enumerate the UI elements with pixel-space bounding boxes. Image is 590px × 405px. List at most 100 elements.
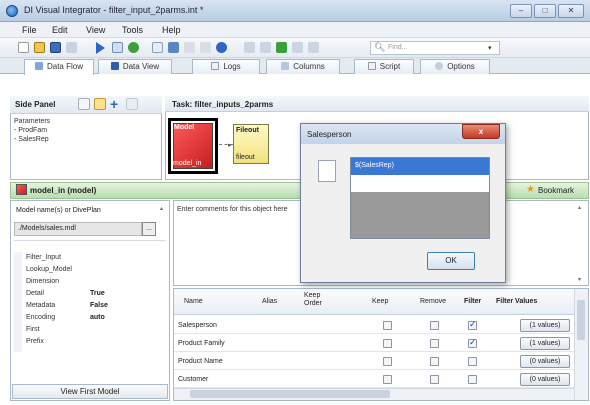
prop-value[interactable]: False (90, 302, 108, 309)
maximize-button[interactable]: □ (534, 4, 556, 18)
col-keep-order-header[interactable]: Keep Order (304, 292, 332, 308)
dialog-close-button[interactable]: x (462, 124, 500, 139)
tree-item-salesrep[interactable]: - SalesRep (14, 136, 49, 143)
tag-icon[interactable] (308, 42, 319, 53)
refresh-icon[interactable] (128, 42, 139, 53)
close-window-button[interactable]: ✕ (558, 4, 584, 18)
grid-hscroll-thumb[interactable] (190, 390, 390, 398)
filter-checkbox[interactable] (468, 337, 477, 348)
tab-label: Script (379, 62, 401, 71)
step-icon[interactable] (112, 42, 123, 53)
browse-button[interactable]: ... (142, 222, 156, 236)
scroll-down-icon[interactable]: ▾ (578, 276, 581, 283)
filter-checkbox[interactable] (468, 375, 477, 384)
remove-checkbox[interactable] (430, 357, 439, 366)
table-row[interactable] (174, 370, 574, 388)
col-name-header[interactable]: Name (184, 298, 203, 305)
tab-script[interactable]: Script (354, 59, 414, 74)
filter-values-button[interactable]: (1 values) (520, 337, 570, 350)
help-icon[interactable] (216, 42, 227, 53)
filter-checkbox[interactable] (468, 357, 477, 366)
filter-values-button[interactable]: (0 values) (520, 355, 570, 368)
menu-help[interactable]: Help (162, 25, 181, 35)
table-row[interactable] (174, 316, 574, 334)
keep-checkbox[interactable] (383, 375, 392, 384)
tab-logs[interactable]: Logs (192, 59, 260, 74)
table-row[interactable] (174, 352, 574, 370)
tree-parameters[interactable]: Parameters (14, 118, 50, 125)
row-name: Product Family (178, 340, 225, 347)
back-icon[interactable] (244, 42, 255, 53)
keep-checkbox[interactable] (383, 357, 392, 366)
undo-icon[interactable] (168, 42, 179, 53)
col-alias-header[interactable]: Alias (262, 298, 277, 305)
prop-name: Filter_Input (26, 254, 62, 261)
tab-columns[interactable]: Columns (266, 59, 340, 74)
keep-checkbox[interactable] (383, 321, 392, 330)
fileout-node-label: Fileout (236, 127, 259, 134)
ok-button[interactable]: OK (427, 252, 475, 270)
col-keep-header[interactable]: Keep (372, 298, 388, 305)
go-icon[interactable] (276, 42, 287, 53)
link-icon[interactable] (292, 42, 303, 53)
panel-doc-icon[interactable] (78, 98, 90, 110)
new-file-icon[interactable] (18, 42, 29, 53)
col-filter-header[interactable]: Filter (464, 298, 481, 305)
row-name: Customer (178, 376, 209, 383)
filter-values-button[interactable]: (1 values) (520, 319, 570, 332)
prop-name: First (26, 326, 40, 333)
col-remove-header[interactable]: Remove (420, 298, 446, 305)
menu-edit[interactable]: Edit (52, 25, 68, 35)
logs-icon (211, 62, 220, 70)
redo-icon[interactable] (184, 42, 195, 53)
grid-icon[interactable] (152, 42, 163, 53)
forward-icon[interactable] (260, 42, 271, 53)
panel-flag-icon[interactable] (126, 98, 138, 110)
task-title: Task: filter_inputs_2parms (172, 100, 274, 109)
fileout-node-name: fileout (236, 154, 255, 161)
tab-options[interactable]: Options (420, 59, 490, 74)
model-path-field[interactable]: ./Models/sales.mdl (14, 222, 142, 236)
minimize-button[interactable]: – (510, 4, 532, 18)
prop-name: Dimension (26, 278, 60, 285)
model-bar-title: model_in (model) (30, 186, 97, 195)
prop-name: Metadata (26, 302, 56, 309)
cut-icon[interactable] (200, 42, 211, 53)
find-search-icon: 🔍︎ (374, 42, 386, 52)
property-gutter (14, 252, 22, 352)
remove-checkbox[interactable] (430, 321, 439, 330)
arrow-right-icon: ▸ (228, 142, 232, 149)
remove-checkbox[interactable] (430, 339, 439, 348)
add-parameter-icon[interactable]: + (110, 96, 118, 112)
open-folder-icon[interactable] (34, 42, 45, 53)
menu-file[interactable]: File (22, 25, 37, 35)
table-row[interactable] (174, 334, 574, 352)
tab-data-flow[interactable]: Data Flow (24, 59, 94, 75)
side-panel-title: Side Panel (15, 100, 56, 109)
panel-edit-icon[interactable] (94, 98, 106, 110)
filter-checkbox[interactable] (468, 319, 477, 330)
print-icon[interactable] (66, 42, 77, 53)
grid-scroll-thumb[interactable] (577, 300, 585, 340)
prop-value[interactable]: True (90, 290, 105, 297)
prop-value[interactable]: auto (90, 314, 105, 321)
keep-checkbox[interactable] (383, 339, 392, 348)
bookmark-link[interactable]: Bookmark (538, 186, 574, 195)
list-item[interactable]: $(SalesRep) (351, 158, 489, 175)
save-icon[interactable] (50, 42, 61, 53)
col-filter-values-header[interactable]: Filter Values (496, 298, 537, 305)
run-icon[interactable] (96, 42, 105, 54)
find-dropdown-icon[interactable]: ▾ (488, 44, 492, 52)
filter-values-button[interactable]: (0 values) (520, 373, 570, 386)
collapse-arrow-icon[interactable]: ▴ (160, 205, 163, 212)
model-node-label: Model (174, 124, 195, 131)
model-node-name: model_in (173, 160, 202, 167)
remove-checkbox[interactable] (430, 375, 439, 384)
scroll-up-icon[interactable]: ▴ (578, 204, 581, 211)
columns-icon (281, 62, 290, 70)
menu-tools[interactable]: Tools (122, 25, 143, 35)
menu-view[interactable]: View (86, 25, 105, 35)
view-first-model-button[interactable]: View First Model (12, 384, 168, 399)
tree-item-prodfam[interactable]: - ProdFam (14, 127, 47, 134)
tab-data-view[interactable]: Data View (98, 59, 172, 74)
